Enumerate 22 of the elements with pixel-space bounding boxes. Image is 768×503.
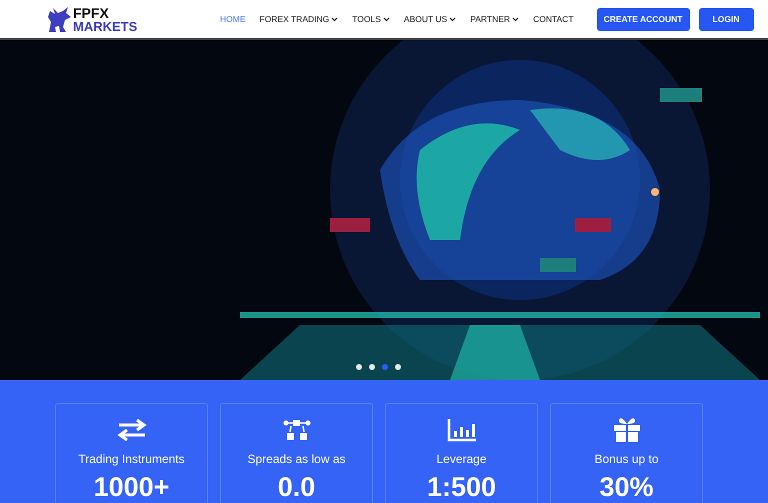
stat-label: Bonus up to [594, 452, 659, 466]
nav-link[interactable]: ABOUT US [404, 14, 456, 24]
stat-label: Trading Instruments [78, 452, 185, 466]
nav-link[interactable]: CONTACT [533, 14, 574, 24]
bar-chart-icon [446, 418, 476, 442]
nav-link[interactable]: HOME [220, 14, 246, 24]
stat-value: 1000+ [94, 472, 170, 503]
stat-value: 0.0 [278, 472, 316, 503]
nav-link[interactable]: TOOLS [352, 14, 390, 24]
stat-label: Spreads as low as [247, 452, 346, 466]
stat-value: 1:500 [426, 472, 496, 503]
logo-wordmark: FPFX [73, 6, 110, 20]
stat-label: Leverage [436, 452, 487, 466]
login-button[interactable]: LOGIN [698, 8, 754, 30]
exchange-icon [116, 419, 146, 441]
nav-link[interactable]: FOREX TRADING [260, 14, 338, 24]
create-account-button[interactable]: CREATE ACCOUNT [596, 8, 690, 30]
nav-link[interactable]: PARTNER [470, 14, 520, 24]
gift-icon [612, 417, 640, 443]
nodes-icon [282, 419, 310, 441]
logo-tagline: MARKETS [73, 20, 138, 32]
stat-value: 30% [599, 472, 654, 503]
